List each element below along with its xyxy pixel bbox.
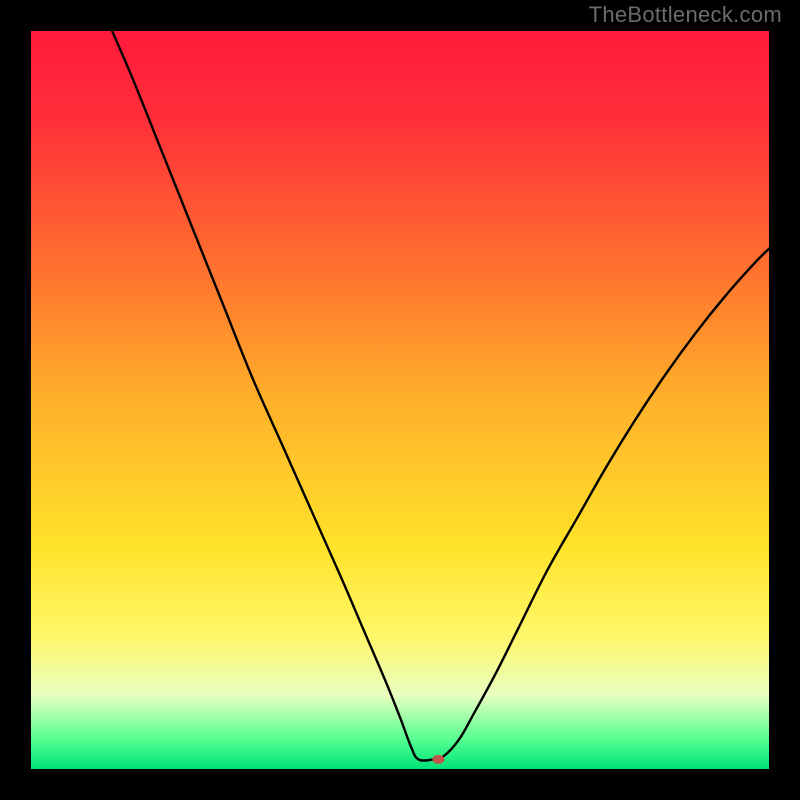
bottleneck-chart: [31, 31, 769, 769]
gradient-background: [31, 31, 769, 769]
optimum-marker: [432, 755, 444, 764]
plot-area: [31, 31, 769, 769]
watermark-text: TheBottleneck.com: [589, 2, 782, 28]
chart-frame: TheBottleneck.com: [0, 0, 800, 800]
